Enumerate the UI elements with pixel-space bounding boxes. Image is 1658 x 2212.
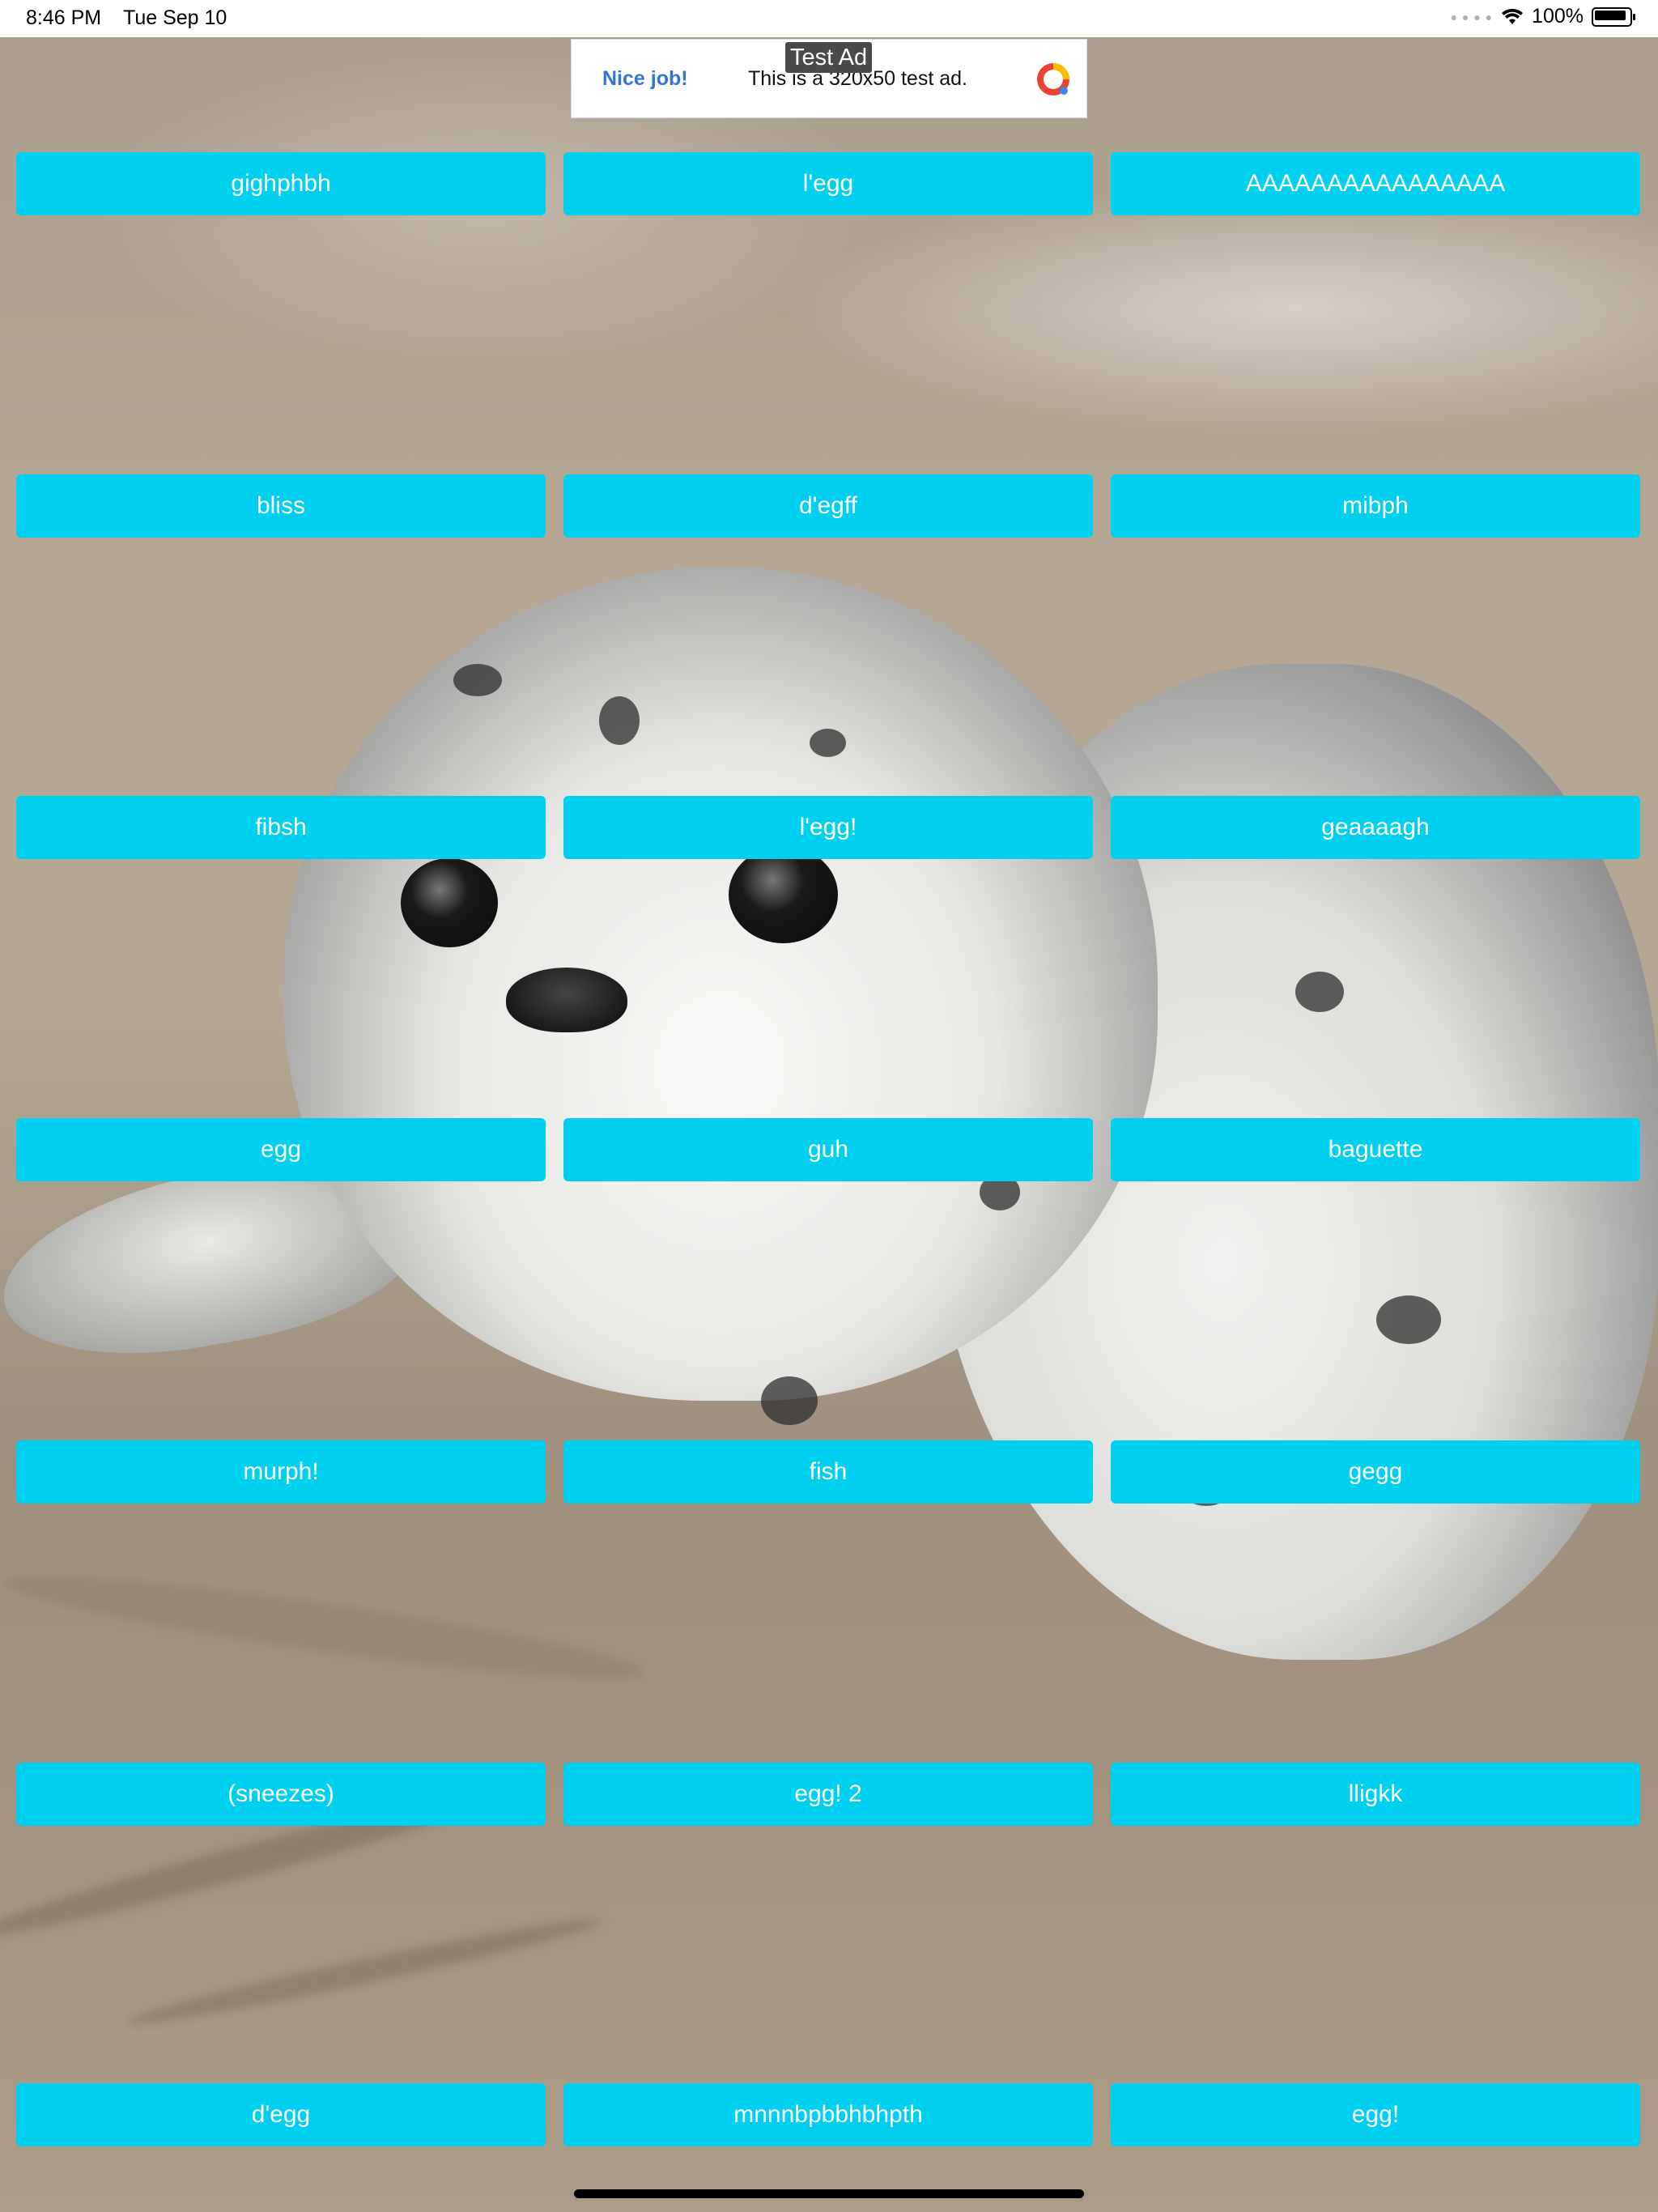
sound-button[interactable]: mnnnbpbbhbhpth — [563, 2083, 1093, 2146]
ads-logo-icon[interactable] — [1035, 61, 1072, 98]
sound-button[interactable]: gegg — [1111, 1440, 1640, 1504]
sound-button[interactable]: bliss — [16, 474, 546, 538]
sound-button[interactable]: gighphbh — [16, 152, 546, 215]
sound-button[interactable]: geaaaagh — [1111, 796, 1640, 859]
home-indicator[interactable] — [574, 2189, 1084, 2198]
dots-icon: ● ● ● ● — [1450, 10, 1494, 23]
seal-background-photo — [0, 0, 1658, 2212]
status-right: ● ● ● ● 100% — [1450, 5, 1635, 28]
sound-button[interactable]: d'egg — [16, 2083, 546, 2146]
status-time: 8:46 PM — [26, 6, 102, 29]
status-date: Tue Sep 10 — [123, 6, 227, 29]
sound-button[interactable]: l'egg! — [563, 796, 1093, 859]
sound-button[interactable]: mibph — [1111, 474, 1640, 538]
sound-button[interactable]: fibsh — [16, 796, 546, 859]
sound-button[interactable]: l'egg — [563, 152, 1093, 215]
battery-icon — [1592, 6, 1635, 27]
test-ad-label: Test Ad — [785, 42, 873, 73]
wifi-icon — [1502, 8, 1524, 24]
battery-percent: 100% — [1532, 5, 1584, 28]
sound-button[interactable]: egg! 2 — [563, 1763, 1093, 1826]
sound-button[interactable]: (sneezes) — [16, 1763, 546, 1826]
sound-button[interactable]: murph! — [16, 1440, 546, 1504]
sound-button[interactable]: egg — [16, 1118, 546, 1181]
sound-button[interactable]: AAAAAAAAAAAAAAAA — [1111, 152, 1640, 215]
sound-button[interactable]: baguette — [1111, 1118, 1640, 1181]
sound-button[interactable]: egg! — [1111, 2083, 1640, 2146]
sound-button[interactable]: d'egff — [563, 474, 1093, 538]
ad-headline[interactable]: Nice job! — [602, 67, 688, 91]
status-bar: 8:46 PM Tue Sep 10 ● ● ● ● 100% — [0, 0, 1658, 37]
sound-button[interactable]: guh — [563, 1118, 1093, 1181]
sound-button[interactable]: fish — [563, 1440, 1093, 1504]
sound-button[interactable]: lligkk — [1111, 1763, 1640, 1826]
